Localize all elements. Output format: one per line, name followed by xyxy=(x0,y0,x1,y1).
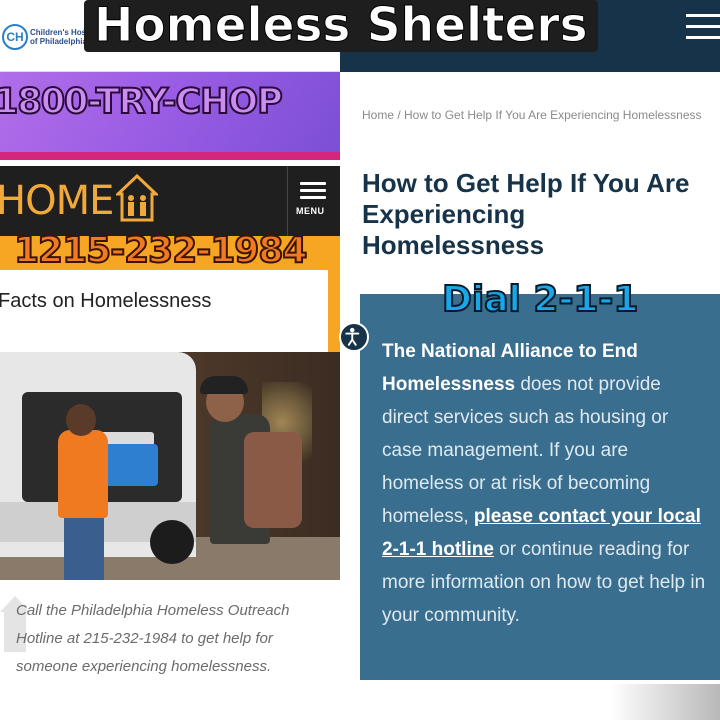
page-title-line-1: How to Get Help If You Are xyxy=(362,168,690,198)
page-title-line-3: Homelessness xyxy=(362,230,545,260)
house-family-icon xyxy=(116,174,158,222)
photo-person-outreach xyxy=(58,430,108,518)
accessibility-icon[interactable] xyxy=(339,322,369,352)
facts-section-title: Facts on Homelessness xyxy=(0,290,212,312)
photo-person-outreach-head xyxy=(66,404,96,436)
photo-car-wheel xyxy=(150,520,194,564)
photo-person-recipient-cap xyxy=(200,376,248,394)
home-logo-text[interactable]: HOME xyxy=(0,178,114,224)
callout-body-1: does not provide direct services such as… xyxy=(382,374,669,527)
breadcrumb[interactable]: Home / How to Get Help If You Are Experi… xyxy=(362,104,702,126)
menu-label: MENU xyxy=(296,206,325,216)
outreach-photo xyxy=(0,352,340,580)
bottom-shadow xyxy=(610,684,720,720)
chop-logo-icon[interactable]: CH xyxy=(2,24,28,50)
hamburger-icon[interactable] xyxy=(300,182,326,203)
hotline-phone-caption: 1215-232-1984 xyxy=(13,229,308,272)
photo-person-outreach-legs xyxy=(64,514,104,580)
chop-phone-caption: 1800-TRY-CHOP xyxy=(0,81,284,123)
right-naeh-panel: Home / How to Get Help If You Are Experi… xyxy=(340,0,720,720)
photo-backpack xyxy=(244,432,302,528)
dial-211-caption: Dial 2-1-1 xyxy=(441,278,639,321)
hamburger-icon[interactable] xyxy=(686,14,720,47)
photo-caption: Call the Philadelphia Homeless Outreach … xyxy=(16,602,290,675)
page-title: How to Get Help If You Are Experiencing … xyxy=(362,168,720,261)
page-title-line-2: Experiencing xyxy=(362,199,526,229)
headline-caption: Homeless Shelters xyxy=(84,0,598,52)
info-callout-text: The National Alliance to End Homelessnes… xyxy=(382,335,712,632)
